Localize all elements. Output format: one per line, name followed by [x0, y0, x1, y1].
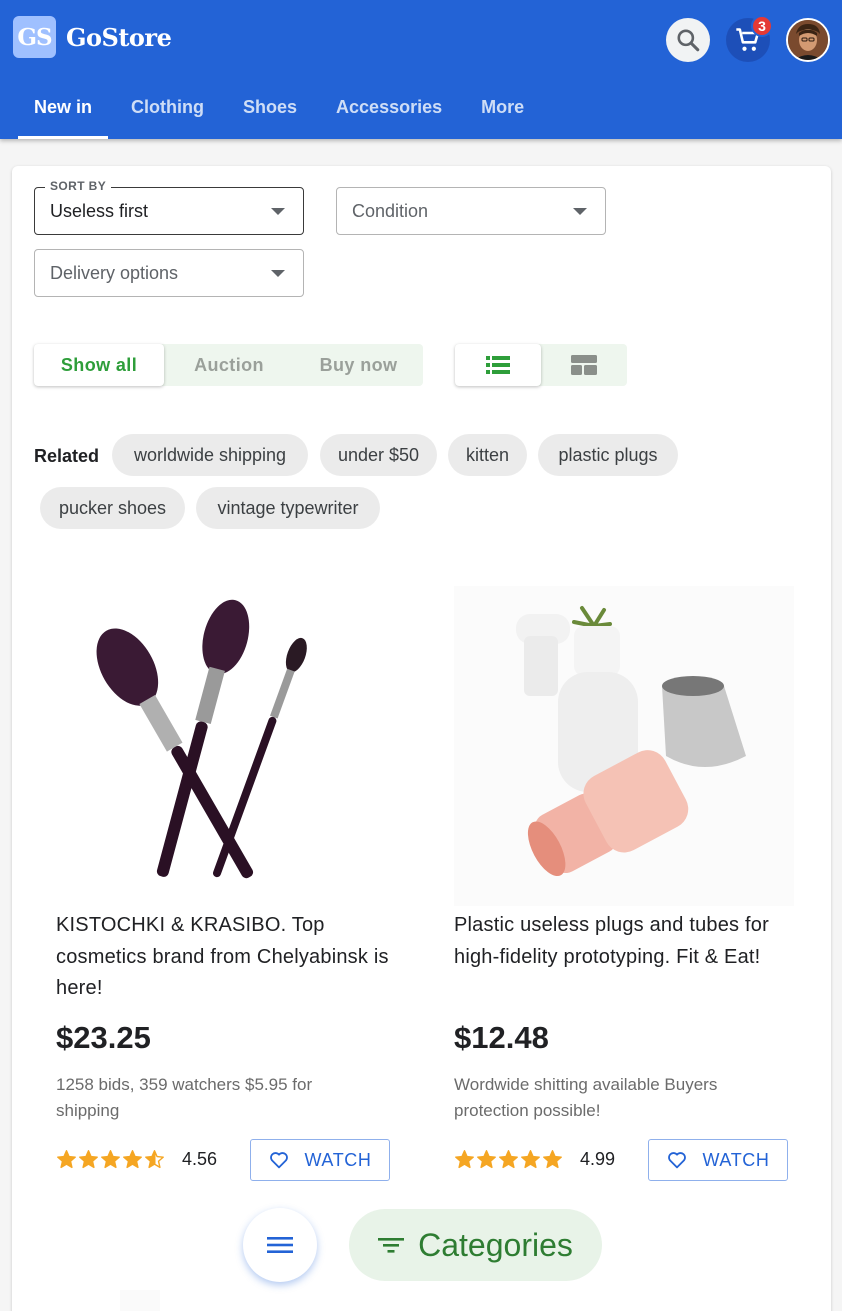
watch-label: WATCH [702, 1149, 770, 1170]
star-rating-icons [56, 1149, 166, 1170]
star-icon [499, 1150, 518, 1169]
star-icon [101, 1150, 120, 1169]
star-rating-icons [454, 1149, 564, 1170]
star-icon [543, 1150, 562, 1169]
listing-type-toggle: Show all Auction Buy now [34, 344, 423, 386]
grid-view-icon [571, 355, 597, 375]
rating-value: 4.56 [182, 1149, 218, 1169]
star-icon [123, 1150, 142, 1169]
product-title[interactable]: KISTOCHKI & KRASIBO. Top cosmetics brand… [56, 910, 396, 1005]
list-view-button[interactable] [455, 344, 541, 386]
cart-count-badge: 3 [751, 15, 773, 37]
tab-more[interactable]: More [465, 76, 540, 139]
grid-view-button[interactable] [541, 344, 627, 386]
chevron-down-icon [271, 270, 285, 277]
related-label: Related [34, 446, 100, 466]
heart-icon [269, 1152, 288, 1169]
view-mode-toggle [455, 344, 627, 386]
tab-new-in[interactable]: New in [18, 76, 109, 139]
rating-value: 4.99 [580, 1149, 616, 1169]
tab-accessories[interactable]: Accessories [320, 76, 458, 139]
watch-button[interactable]: WATCH [250, 1139, 390, 1181]
condition-placeholder: Condition [352, 200, 429, 221]
related-chip[interactable]: vintage typewriter [196, 487, 380, 529]
product-price: $23.25 [56, 1020, 151, 1055]
delivery-options-select[interactable]: Delivery options [34, 249, 304, 297]
product-title[interactable]: Plastic useless plugs and tubes for high… [454, 910, 794, 973]
brand[interactable]: GS GoStore [13, 16, 172, 58]
search-button[interactable] [666, 18, 710, 62]
list-view-icon [486, 356, 510, 374]
header-actions: 3 [666, 15, 830, 62]
related-chip[interactable]: kitten [448, 434, 527, 476]
menu-icon [267, 1237, 293, 1253]
chevron-down-icon [573, 208, 587, 215]
avatar[interactable] [786, 18, 830, 62]
delivery-options-placeholder: Delivery options [50, 262, 179, 283]
star-icon [79, 1150, 98, 1169]
watch-label: WATCH [304, 1149, 372, 1170]
plastic-plugs-image [454, 586, 794, 906]
listing-show-all[interactable]: Show all [34, 344, 164, 386]
star-icon [145, 1150, 164, 1169]
listing-buy-now[interactable]: Buy now [294, 344, 423, 386]
next-item-peek [120, 1290, 160, 1311]
rating-stars: 4.99 [454, 1149, 615, 1170]
sort-by-value: Useless first [50, 200, 149, 221]
menu-button[interactable] [243, 1208, 317, 1282]
categories-button[interactable]: Categories [349, 1209, 602, 1281]
sort-by-select[interactable]: SORT BY Useless first [34, 179, 304, 235]
condition-select[interactable]: Condition [336, 187, 606, 235]
search-icon [677, 29, 700, 52]
tab-clothing[interactable]: Clothing [115, 76, 220, 139]
heart-icon [667, 1152, 686, 1169]
brand-name: GoStore [66, 22, 172, 52]
logo: GS [13, 16, 56, 58]
related-chip[interactable]: worldwide shipping [112, 434, 308, 476]
star-icon [521, 1150, 540, 1169]
listing-auction[interactable]: Auction [164, 344, 294, 386]
product-price: $12.48 [454, 1020, 549, 1055]
category-tabs: New in Clothing Shoes Accessories More [18, 76, 547, 139]
makeup-brushes-image [56, 586, 396, 906]
related-chip[interactable]: pucker shoes [40, 487, 185, 529]
star-icon [57, 1150, 76, 1169]
watch-button[interactable]: WATCH [648, 1139, 788, 1181]
star-icon [477, 1150, 496, 1169]
filter-icon [378, 1238, 405, 1253]
rating-stars: 4.56 [56, 1149, 217, 1170]
product-image[interactable] [56, 586, 396, 906]
star-icon [455, 1150, 474, 1169]
app-bar: GS GoStore 3 New in Clothing Shoes Acces… [0, 0, 842, 139]
categories-label: Categories [418, 1226, 573, 1263]
product-meta: Wordwide shitting available Buyers prote… [454, 1075, 718, 1120]
user-photo [788, 20, 828, 60]
product-image[interactable] [454, 586, 794, 906]
tab-shoes[interactable]: Shoes [227, 76, 313, 139]
sort-by-label: SORT BY [45, 179, 112, 193]
related-chip[interactable]: plastic plugs [538, 434, 678, 476]
chevron-down-icon [271, 208, 285, 215]
related-chip[interactable]: under $50 [320, 434, 437, 476]
results-card: SORT BY Useless first Condition Delivery… [12, 166, 831, 1311]
product-meta: 1258 bids, 359 watchers $5.95 for shippi… [56, 1075, 313, 1120]
cart-button[interactable]: 3 [726, 15, 773, 62]
